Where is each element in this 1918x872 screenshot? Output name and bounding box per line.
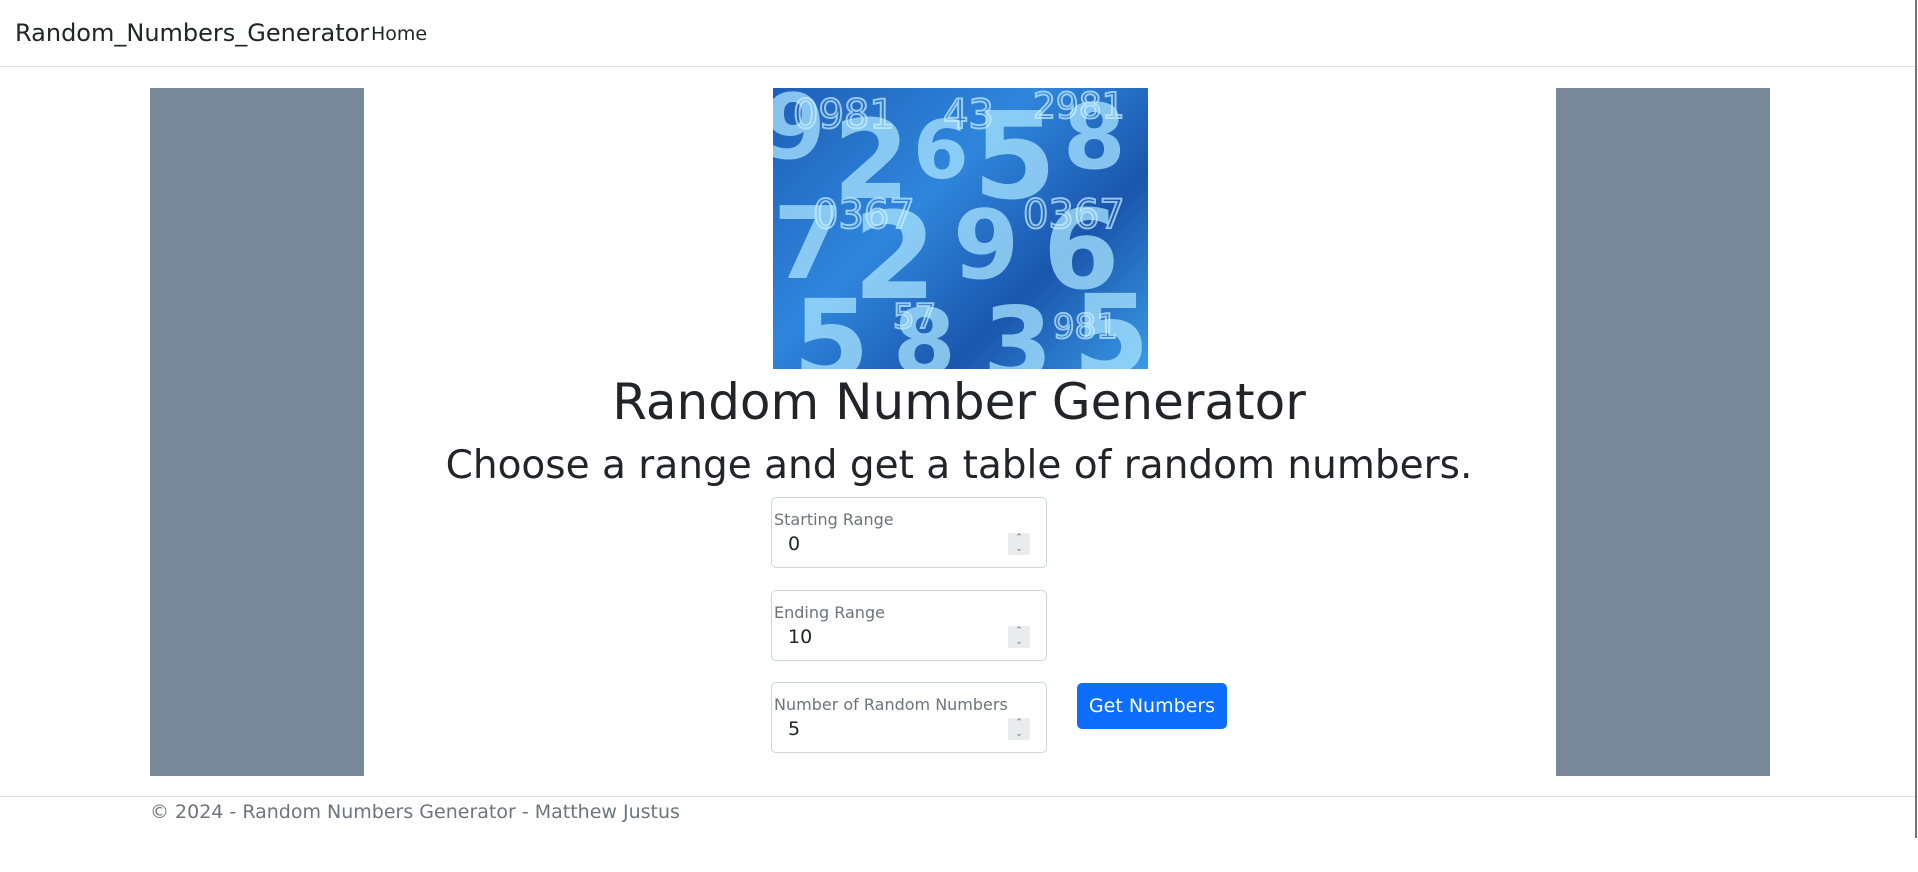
- svg-text:57: 57: [893, 297, 936, 337]
- right-side-panel: [1556, 88, 1770, 776]
- chevron-down-icon[interactable]: ⌄: [1008, 729, 1030, 740]
- svg-text:43: 43: [943, 92, 994, 138]
- svg-text:5: 5: [793, 276, 870, 369]
- svg-text:3: 3: [983, 285, 1053, 369]
- svg-text:0367: 0367: [813, 192, 915, 238]
- page-title: Random Number Generator: [612, 373, 1306, 431]
- ending-range-input[interactable]: [788, 626, 988, 648]
- chevron-up-icon[interactable]: ⌃: [1008, 718, 1030, 729]
- count-field[interactable]: Number of Random Numbers ⌃ ⌄: [771, 682, 1047, 753]
- left-side-panel: [150, 88, 364, 776]
- footer: © 2024 - Random Numbers Generator - Matt…: [0, 796, 1915, 872]
- starting-range-input[interactable]: [788, 533, 988, 555]
- svg-text:0367: 0367: [1023, 192, 1125, 238]
- ending-range-label: Ending Range: [774, 603, 885, 622]
- svg-text:981: 981: [1053, 307, 1118, 347]
- ending-range-stepper[interactable]: ⌃ ⌄: [1008, 626, 1030, 648]
- chevron-up-icon[interactable]: ⌃: [1008, 533, 1030, 544]
- navbar-brand[interactable]: Random_Numbers_Generator: [15, 19, 369, 47]
- count-input[interactable]: [788, 718, 988, 740]
- footer-copyright: © 2024 - Random Numbers Generator - Matt…: [150, 801, 680, 823]
- svg-text:2981: 2981: [1033, 88, 1125, 127]
- starting-range-label: Starting Range: [774, 510, 894, 529]
- chevron-up-icon[interactable]: ⌃: [1008, 626, 1030, 637]
- count-label: Number of Random Numbers: [774, 695, 1008, 714]
- nav-link-home[interactable]: Home: [371, 23, 427, 45]
- starting-range-stepper[interactable]: ⌃ ⌄: [1008, 533, 1030, 555]
- count-stepper[interactable]: ⌃ ⌄: [1008, 718, 1030, 740]
- page-subtitle: Choose a range and get a table of random…: [445, 443, 1473, 488]
- ending-range-field[interactable]: Ending Range ⌃ ⌄: [771, 590, 1047, 661]
- chevron-down-icon[interactable]: ⌄: [1008, 637, 1030, 648]
- numbers-collage-image: 9 2 6 5 8 7 2 9 6 5 8 3 5 0981 43 2981 0…: [773, 88, 1148, 369]
- top-navbar: Random_Numbers_Generator Home: [0, 0, 1918, 67]
- starting-range-field[interactable]: Starting Range ⌃ ⌄: [771, 497, 1047, 568]
- get-numbers-button[interactable]: Get Numbers: [1077, 683, 1227, 729]
- svg-text:0981: 0981: [793, 92, 895, 138]
- chevron-down-icon[interactable]: ⌄: [1008, 544, 1030, 555]
